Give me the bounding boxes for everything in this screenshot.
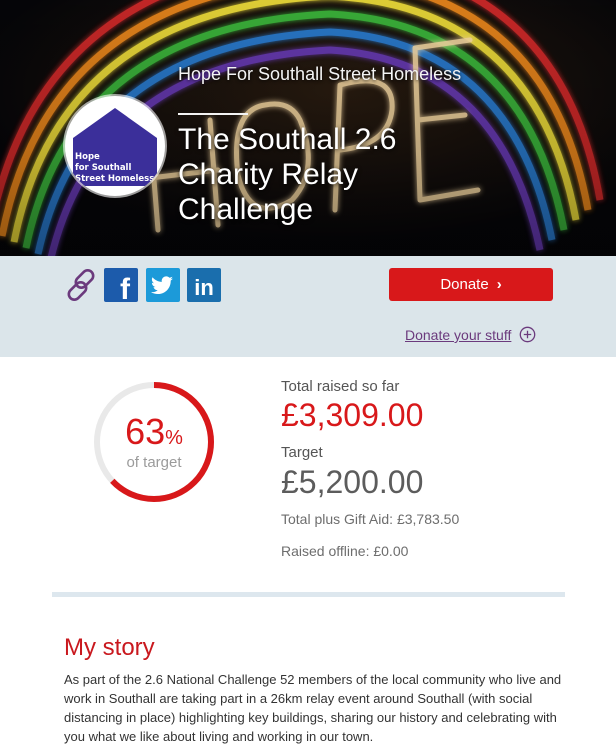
svg-text:f: f xyxy=(120,273,131,302)
chevron-right-icon: › xyxy=(496,276,502,293)
page-title: The Southall 2.6 Charity Relay Challenge xyxy=(178,123,397,226)
percent-symbol: % xyxy=(165,427,183,449)
svg-text:in: in xyxy=(194,275,214,300)
section-divider xyxy=(52,592,565,597)
charity-logo-text: Hope for Southall Street Homeless xyxy=(75,152,155,184)
story-heading: My story xyxy=(64,634,155,661)
charity-logo-avatar: Hope for Southall Street Homeless xyxy=(65,96,165,196)
title-divider xyxy=(178,113,248,115)
charity-name-link[interactable]: Hope For Southall Street Homeless xyxy=(178,64,461,85)
target-label: Target xyxy=(281,444,323,461)
twitter-icon[interactable] xyxy=(146,268,180,302)
target-amount: £5,200.00 xyxy=(281,464,424,500)
percent-value: 63 xyxy=(125,411,166,452)
donate-button-label: Donate xyxy=(440,276,489,293)
story-body: As part of the 2.6 National Challenge 52… xyxy=(64,672,562,744)
facebook-icon[interactable]: f xyxy=(104,268,138,306)
plus-circle-icon[interactable] xyxy=(519,326,536,343)
of-target-label: of target xyxy=(126,454,182,471)
raised-offline: Raised offline: £0.00 xyxy=(281,543,409,559)
donate-your-stuff-link[interactable]: Donate your stuff xyxy=(405,327,511,343)
linkedin-icon[interactable]: in xyxy=(187,268,221,302)
gift-aid-total: Total plus Gift Aid: £3,783.50 xyxy=(281,511,460,527)
raised-label: Total raised so far xyxy=(281,378,400,395)
percent-of-target: 63% xyxy=(92,412,216,458)
donate-button[interactable]: Donate › xyxy=(389,268,553,301)
link-icon[interactable] xyxy=(62,266,100,304)
raised-amount: £3,309.00 xyxy=(281,397,424,433)
